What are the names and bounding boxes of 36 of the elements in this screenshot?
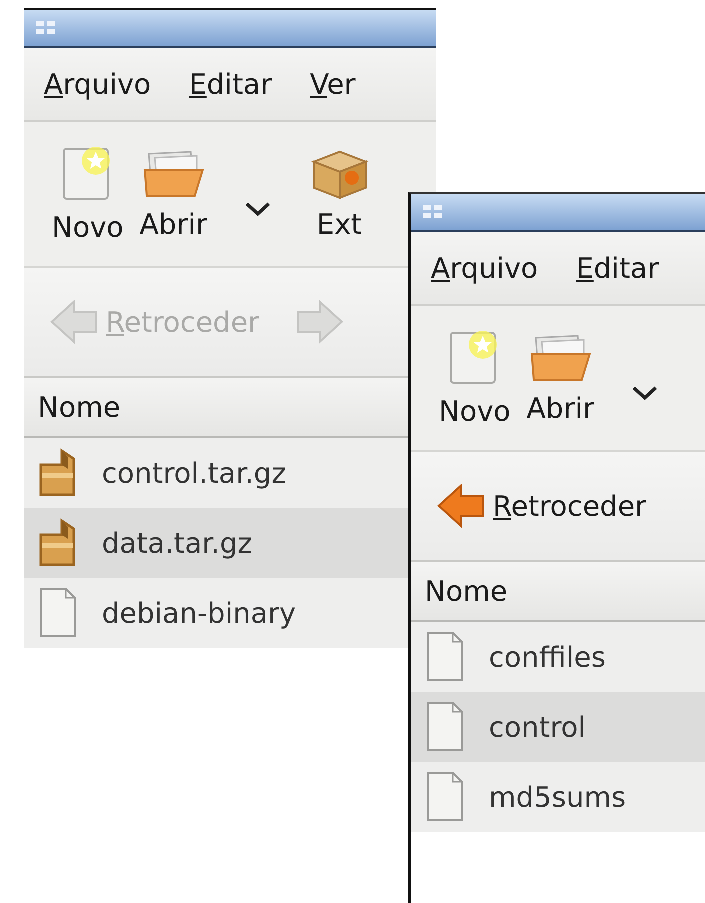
toolbar-button[interactable]: Novo — [439, 328, 511, 428]
grip-icon — [36, 21, 56, 35]
file-row[interactable]: md5sums — [411, 762, 705, 832]
file-row[interactable]: conffiles — [411, 622, 705, 692]
file-name: debian-binary — [102, 596, 296, 630]
column-header[interactable]: Nome — [411, 562, 705, 622]
file-row[interactable]: debian-binary — [24, 578, 408, 648]
file-name: conffiles — [489, 640, 606, 674]
file-name: data.tar.gz — [102, 526, 252, 560]
document-icon — [425, 631, 465, 683]
document-icon — [425, 771, 465, 823]
file-name: control.tar.gz — [102, 456, 286, 490]
toolbar-button[interactable]: Ext — [310, 148, 370, 240]
toolbar-button[interactable]: Abrir — [526, 332, 595, 424]
file-row[interactable]: control.tar.gz — [24, 438, 408, 508]
file-name: md5sums — [489, 780, 626, 814]
back-arrow-icon — [50, 300, 100, 344]
file-name: control — [489, 710, 586, 744]
file-row[interactable]: data.tar.gz — [24, 508, 408, 578]
document-icon — [425, 701, 465, 753]
column-header[interactable]: Nome — [24, 378, 408, 438]
archive-icon — [38, 447, 78, 499]
back-arrow-icon — [437, 484, 487, 528]
menu-item[interactable]: Editar — [576, 252, 660, 284]
file-row[interactable]: control — [411, 692, 705, 762]
caret-icon[interactable] — [244, 201, 272, 217]
menu-item[interactable]: Arquivo — [44, 68, 152, 100]
toolbar-button[interactable]: Abrir — [140, 148, 208, 240]
menu-item[interactable]: Ver — [310, 68, 356, 100]
menu-item[interactable]: Editar — [189, 68, 272, 100]
toolbar-button[interactable]: Novo — [52, 144, 124, 244]
document-icon — [38, 587, 78, 639]
caret-icon[interactable] — [630, 385, 659, 401]
archive-icon — [38, 517, 78, 569]
grip-icon — [423, 205, 443, 219]
menu-item[interactable]: Arquivo — [431, 252, 538, 284]
